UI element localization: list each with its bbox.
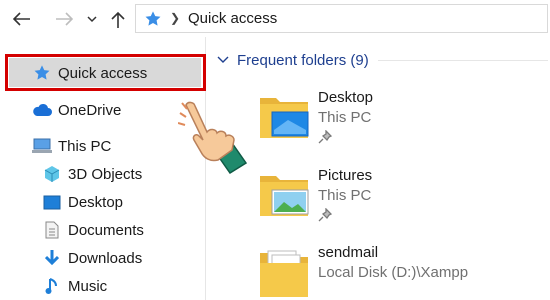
sidebar-item-label: 3D Objects — [68, 165, 143, 183]
cube-icon — [42, 164, 62, 184]
desktop-icon — [42, 192, 62, 212]
sidebar-item-music[interactable]: Music — [42, 273, 107, 299]
star-icon — [32, 63, 52, 83]
folder-name[interactable]: sendmail — [318, 244, 378, 261]
folder-name[interactable]: Desktop — [318, 89, 373, 106]
folder-location: This PC — [318, 109, 372, 126]
folder-location: Local Disk (D:)\Xampp — [318, 264, 469, 281]
section-title: Frequent folders (9) — [237, 51, 369, 69]
cloud-icon — [32, 100, 52, 120]
folder-desktop-icon[interactable] — [258, 90, 310, 142]
recent-locations-button[interactable] — [82, 9, 102, 29]
frequent-folders-header[interactable]: Frequent folders (9) — [217, 49, 369, 71]
sidebar-item-this-pc[interactable]: This PC — [32, 133, 111, 159]
sidebar-item-desktop[interactable]: Desktop — [42, 189, 123, 215]
section-divider — [378, 60, 548, 61]
pin-icon[interactable] — [318, 208, 332, 222]
sidebar-item-label: Documents — [68, 221, 144, 239]
folder-location: This PC — [318, 187, 372, 204]
download-icon — [42, 248, 62, 268]
document-icon — [42, 220, 62, 240]
sidebar-item-label: Music — [68, 277, 108, 295]
folder-icon[interactable] — [258, 245, 310, 300]
sidebar-item-downloads[interactable]: Downloads — [42, 245, 142, 271]
music-note-icon — [42, 276, 62, 296]
pin-icon[interactable] — [318, 130, 332, 144]
sidebar-item-onedrive[interactable]: OneDrive — [32, 97, 121, 123]
chevron-down-icon — [217, 56, 229, 63]
sidebar-item-label: Desktop — [68, 193, 124, 211]
sidebar-item-label: Quick access — [58, 64, 148, 82]
chevron-down-icon — [87, 15, 97, 22]
address-bar: ❯ Quick access — [0, 0, 550, 37]
up-arrow-icon — [111, 11, 125, 28]
address-box[interactable]: ❯ Quick access — [135, 4, 548, 33]
sidebar-item-label: Downloads — [68, 249, 143, 267]
up-button[interactable] — [108, 9, 128, 29]
back-button[interactable] — [12, 9, 32, 29]
sidebar-item-label: This PC — [58, 137, 112, 155]
breadcrumb-separator[interactable]: ❯ — [170, 11, 180, 25]
computer-icon — [32, 136, 52, 156]
breadcrumb-quick-access[interactable]: Quick access — [188, 10, 277, 27]
forward-arrow-icon — [56, 12, 73, 26]
sidebar-item-3d-objects[interactable]: 3D Objects — [42, 161, 142, 187]
forward-button[interactable] — [54, 9, 74, 29]
sidebar-item-label: OneDrive — [58, 101, 122, 119]
sidebar-item-quick-access[interactable]: Quick access — [32, 60, 147, 86]
folder-pictures-icon[interactable] — [258, 168, 310, 220]
folder-name[interactable]: Pictures — [318, 167, 372, 184]
back-arrow-icon — [13, 12, 30, 26]
sidebar-item-documents[interactable]: Documents — [42, 217, 144, 243]
pointing-hand-icon — [178, 101, 248, 175]
star-icon — [145, 11, 161, 26]
